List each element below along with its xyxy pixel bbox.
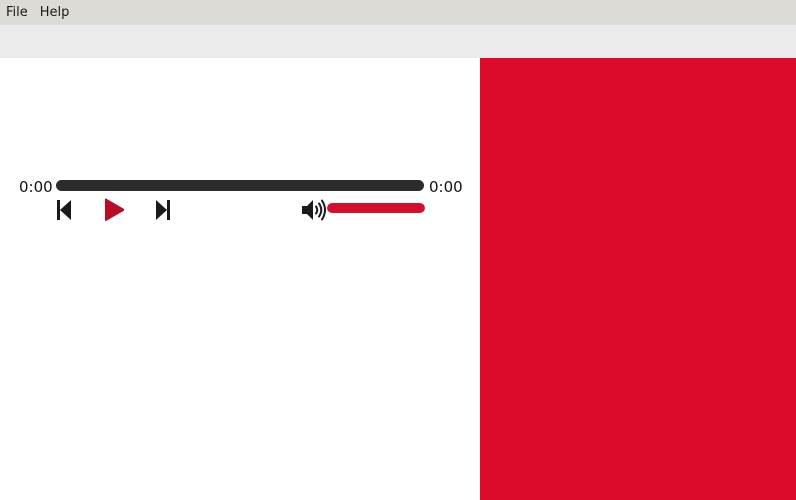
total-time-label: 0:00 xyxy=(429,178,463,196)
album-art-panel xyxy=(480,58,796,500)
menu-item-file[interactable]: File xyxy=(0,0,34,25)
menu-bar: File Help xyxy=(0,0,796,25)
volume-slider[interactable] xyxy=(327,203,425,213)
seek-bar[interactable] xyxy=(56,180,424,191)
skip-next-icon[interactable] xyxy=(154,199,172,221)
volume-high-icon[interactable] xyxy=(300,198,328,222)
skip-previous-icon[interactable] xyxy=(55,199,73,221)
volume-slider-fill xyxy=(327,203,425,213)
current-time-label: 0:00 xyxy=(19,178,53,196)
play-icon[interactable] xyxy=(102,198,126,222)
player-panel xyxy=(0,58,480,500)
menu-item-help[interactable]: Help xyxy=(34,0,76,25)
toolbar xyxy=(0,25,796,58)
